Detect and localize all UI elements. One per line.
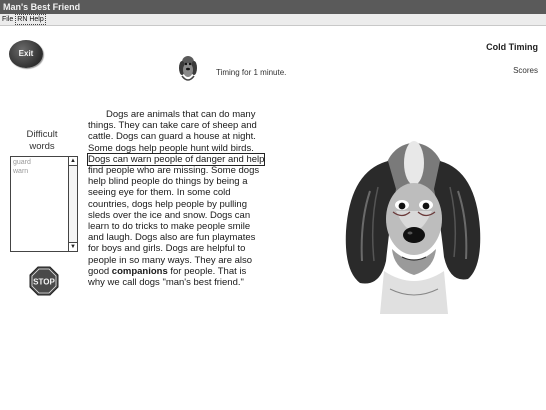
menu-rn-help[interactable]: RN Help <box>15 14 46 25</box>
passage-line: Some dogs help people hunt wild birds. <box>88 142 254 154</box>
current-line-highlight: Dogs can warn people of danger and help <box>86 152 266 166</box>
passage-line: seeing eye for them. In some cold <box>88 187 231 199</box>
timing-instructions: Timing for 1 minute. <box>216 68 287 77</box>
passage-line: countries, dogs help people by pulling <box>88 198 247 210</box>
window-title: Man's Best Friend <box>3 2 81 12</box>
passage-line: people in so many ways. They are also <box>88 254 253 266</box>
passage-line: and laugh. Dogs also are fun playmates <box>88 232 256 244</box>
stop-button-label: STOP <box>33 278 55 287</box>
dog-picture-icon <box>345 141 481 314</box>
passage-line: find people who are missing. Some dogs <box>88 165 260 177</box>
difficult-words-label-line1: Difficult <box>26 129 58 140</box>
basset-hound-picture <box>330 111 494 314</box>
vocabulary-word[interactable]: companions <box>112 266 168 277</box>
difficult-words-label-line2: words <box>29 141 55 152</box>
difficult-words-label: Difficult words <box>12 129 72 153</box>
scroll-up-icon[interactable]: ▲ <box>69 157 77 166</box>
list-item[interactable]: warn <box>13 167 31 176</box>
window-title-bar: Man's Best Friend <box>0 0 546 14</box>
passage-line: learn to do tricks to make people smile <box>88 221 251 233</box>
passage-line: good companions for people. That is <box>88 265 247 277</box>
passage-line: things. They can take care of sheep and <box>88 120 257 132</box>
dog-icon <box>179 56 197 81</box>
list-item[interactable]: guard <box>13 158 31 167</box>
timing-mode-label: Cold Timing <box>486 42 538 52</box>
scores-link[interactable]: Scores <box>513 66 538 75</box>
passage-line: cattle. Dogs can guard a house at night. <box>88 131 256 143</box>
stop-button[interactable]: STOP <box>29 266 59 296</box>
stop-sign-icon: STOP <box>29 266 59 296</box>
passage-line: why we call dogs "man's best friend." <box>88 277 244 289</box>
reading-passage: Dogs are animals that can do many things… <box>86 109 300 289</box>
passage-line: for boys and girls. Dogs are helpful to <box>88 243 246 255</box>
exit-button-label: Exit <box>18 49 34 58</box>
passage-line-highlighted: Dogs can warn people of danger and help <box>86 152 300 166</box>
passage-line: help blind people do things by being a <box>88 176 248 188</box>
difficult-words-items: guard warn <box>13 158 31 176</box>
menu-bar: File RN Help <box>0 14 546 26</box>
passage-line: sleds over the ice and snow. Dogs can <box>88 209 251 221</box>
list-scrollbar[interactable]: ▲ ▼ <box>68 157 77 251</box>
menu-file[interactable]: File <box>0 14 15 25</box>
scroll-down-icon[interactable]: ▼ <box>69 242 77 251</box>
passage-line: Dogs are animals that can do many <box>106 109 256 120</box>
difficult-words-list[interactable]: guard warn ▲ ▼ <box>10 156 78 252</box>
exit-button[interactable]: Exit <box>9 40 43 68</box>
